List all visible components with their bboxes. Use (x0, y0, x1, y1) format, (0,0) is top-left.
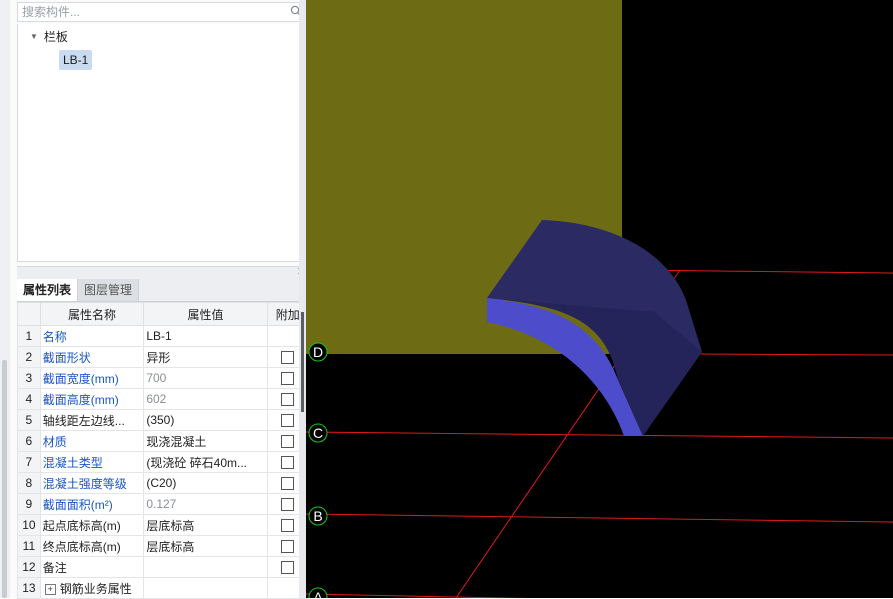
property-value[interactable]: 层底标高 (143, 514, 268, 536)
grid-line-c (306, 431, 893, 439)
extra-checkbox[interactable] (281, 519, 295, 533)
extra-checkbox[interactable] (281, 477, 295, 491)
property-value[interactable]: 700 (143, 367, 268, 389)
table-row[interactable]: 2 截面形状 异形 (17, 346, 310, 368)
grid-line-a (306, 593, 527, 598)
extra-checkbox[interactable] (281, 456, 295, 470)
extra-checkbox[interactable] (281, 393, 295, 407)
property-tabs: 属性列表 图层管理 (17, 279, 309, 302)
3d-scene[interactable]: D C B A (306, 0, 893, 598)
property-name: 截面形状 (39, 346, 145, 368)
property-name: 截面宽度(mm) (39, 367, 145, 389)
property-value[interactable] (143, 577, 268, 599)
header-number (17, 302, 41, 326)
table-row[interactable]: 11 终点底标高(m) 层底标高 (17, 535, 310, 557)
extra-checkbox[interactable] (281, 498, 295, 512)
tree-node-railing[interactable]: ▼ 栏板 (30, 28, 68, 45)
outer-scrollbar-thumb[interactable] (2, 360, 7, 598)
row-number: 4 (17, 388, 41, 410)
component-panel: ▼ 栏板 LB-1 ✕ 属性列表 图层管理 属性名称 属性值 附加 1名称LB-… (10, 0, 310, 599)
property-value[interactable]: 602 (143, 388, 268, 410)
row-number: 9 (17, 493, 41, 515)
axis-label: D (313, 344, 323, 360)
3d-viewport[interactable]: D C B A (306, 0, 893, 598)
table-row[interactable]: 4 截面高度(mm) 602 (17, 388, 310, 410)
property-name: 名称 (39, 325, 145, 347)
extra-checkbox[interactable] (281, 540, 295, 554)
property-name: 轴线距左边线... (39, 409, 145, 431)
row-number: 1 (17, 325, 41, 347)
component-tree: ▼ 栏板 LB-1 (17, 24, 309, 262)
tree-node-label: 栏板 (43, 30, 68, 44)
row-number: 2 (17, 346, 41, 368)
property-name-text: 钢筋业务属性 (59, 581, 132, 596)
extra-checkbox[interactable] (281, 351, 295, 365)
tab-property-list[interactable]: 属性列表 (17, 279, 79, 301)
table-row[interactable]: 1 名称 LB-1 (17, 325, 310, 347)
gutter-grip[interactable] (301, 312, 304, 412)
plus-box-icon[interactable]: + (44, 583, 56, 595)
header-property-name: 属性名称 (39, 302, 145, 326)
extra-checkbox[interactable] (281, 414, 295, 428)
header-property-value: 属性值 (143, 302, 268, 326)
property-value[interactable]: (350) (143, 409, 268, 431)
table-row[interactable]: 8 混凝土强度等级 (C20) (17, 472, 310, 494)
row-number: 7 (17, 451, 41, 473)
property-value[interactable]: 现浇混凝土 (143, 430, 268, 452)
row-number: 13 (17, 577, 41, 599)
axis-label: C (313, 425, 323, 441)
extra-checkbox[interactable] (281, 372, 295, 386)
row-number: 3 (17, 367, 41, 389)
axis-label: B (313, 508, 322, 524)
property-value[interactable]: 0.127 (143, 493, 268, 515)
axis-label: A (313, 589, 323, 598)
panel-splitter[interactable]: ✕ (17, 266, 309, 279)
property-name: 截面高度(mm) (39, 388, 145, 410)
table-row[interactable]: 7 混凝土类型 (现浇砼 碎石40m... (17, 451, 310, 473)
property-value[interactable]: (现浇砼 碎石40m... (143, 451, 268, 473)
property-name: 混凝土类型 (39, 451, 145, 473)
property-value[interactable]: LB-1 (143, 325, 268, 347)
table-row[interactable]: 6 材质 现浇混凝土 (17, 430, 310, 452)
table-row[interactable]: 5 轴线距左边线... (350) (17, 409, 310, 431)
property-name: 终点底标高(m) (39, 535, 145, 557)
row-number: 5 (17, 409, 41, 431)
table-header-row: 属性名称 属性值 附加 (17, 302, 310, 326)
row-number: 6 (17, 430, 41, 452)
grid-line-b (306, 513, 893, 523)
property-table-body: 1 名称 LB-1 2 截面形状 异形 3 截面宽度(mm) 700 4 截面高度(mm) 602 5 轴… (17, 325, 310, 599)
tab-layer-management[interactable]: 图层管理 (78, 279, 140, 301)
property-name: 材质 (39, 430, 145, 452)
property-name: 截面面积(m²) (39, 493, 145, 515)
tree-node-lb-1[interactable]: LB-1 (59, 50, 93, 70)
row-number: 8 (17, 472, 41, 494)
table-row[interactable]: 9 截面面积(m²) 0.127 (17, 493, 310, 515)
property-name: 混凝土强度等级 (39, 472, 145, 494)
panel-resize-gutter[interactable] (299, 0, 306, 598)
property-name[interactable]: + 钢筋业务属性 (39, 577, 145, 599)
extra-checkbox[interactable] (281, 561, 295, 575)
property-value[interactable] (143, 556, 268, 578)
table-row[interactable]: 12 备注 (17, 556, 310, 578)
search-box (17, 2, 309, 22)
property-name: 起点底标高(m) (39, 514, 145, 536)
table-row[interactable]: 13 + 钢筋业务属性 (17, 577, 310, 599)
row-number: 12 (17, 556, 41, 578)
axis-markers: D C B A (308, 342, 328, 598)
triangle-down-icon[interactable]: ▼ (30, 32, 38, 41)
property-name: 备注 (39, 556, 145, 578)
row-number: 11 (17, 535, 41, 557)
row-number: 10 (17, 514, 41, 536)
extra-checkbox[interactable] (281, 435, 295, 449)
property-value[interactable]: (C20) (143, 472, 268, 494)
search-input[interactable] (18, 3, 276, 21)
table-row[interactable]: 10 起点底标高(m) 层底标高 (17, 514, 310, 536)
property-table: 属性名称 属性值 附加 1 名称 LB-1 2 截面形状 异形 3 截面宽度(mm) 700 4 截… (17, 302, 310, 599)
property-value[interactable]: 异形 (143, 346, 268, 368)
table-row[interactable]: 3 截面宽度(mm) 700 (17, 367, 310, 389)
property-value[interactable]: 层底标高 (143, 535, 268, 557)
